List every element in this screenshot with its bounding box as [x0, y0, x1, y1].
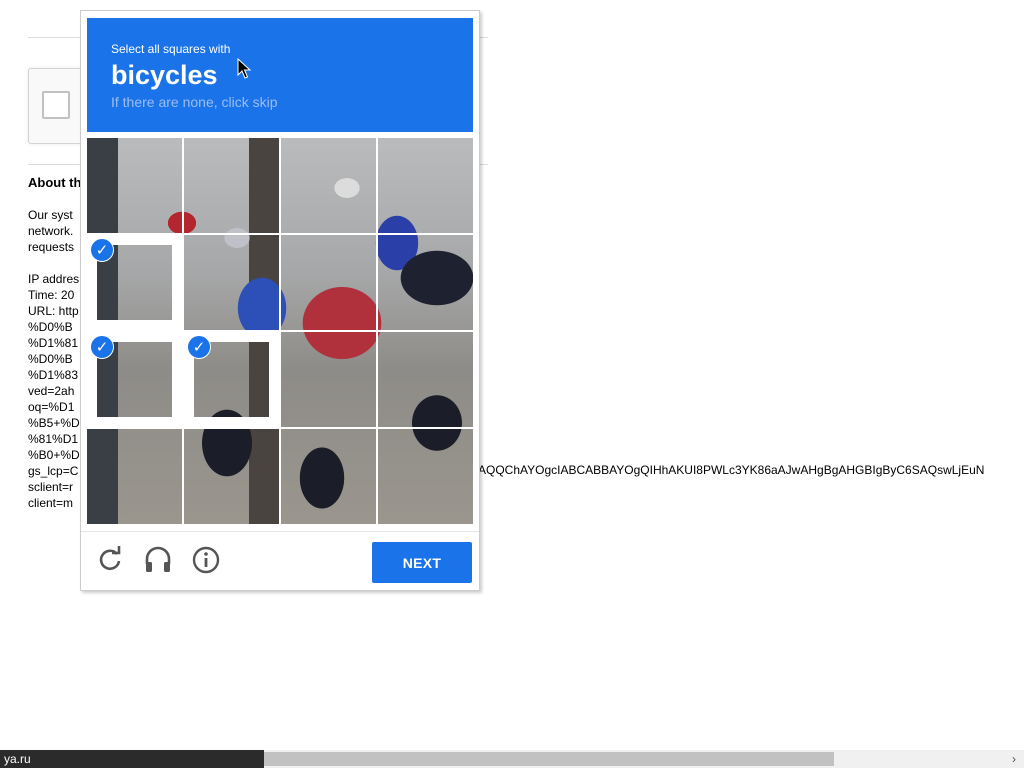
image-tile[interactable] [378, 235, 473, 330]
image-tile[interactable] [281, 332, 376, 427]
tile-photo [378, 429, 473, 524]
image-tile[interactable] [378, 138, 473, 233]
image-challenge-popup: Select all squares with bicycles If ther… [80, 10, 480, 591]
detail-line: %D1%81 [28, 336, 79, 350]
info-icon[interactable] [190, 544, 222, 576]
image-tile-grid: ✓ ✓ ✓ [87, 138, 473, 524]
detail-line: Time: 20 [28, 288, 75, 302]
tile-photo [378, 138, 473, 233]
image-tile[interactable] [281, 429, 376, 524]
paragraph-line: network. [28, 224, 74, 238]
image-tile[interactable] [378, 429, 473, 524]
image-tile[interactable] [281, 235, 376, 330]
detail-line: oq=%D1 [28, 400, 75, 414]
image-tile[interactable]: ✓ [87, 332, 182, 427]
tile-photo [281, 332, 376, 427]
checkmark-icon: ✓ [90, 335, 114, 359]
next-button[interactable]: NEXT [372, 542, 472, 583]
tile-photo [87, 138, 182, 233]
status-bar-url: ya.ru [0, 750, 264, 768]
challenge-header: Select all squares with bicycles If ther… [87, 18, 473, 132]
detail-line: %D0%B [28, 320, 73, 334]
recaptcha-checkbox[interactable] [42, 91, 70, 119]
image-tile[interactable]: ✓ [87, 235, 182, 330]
tile-photo [281, 138, 376, 233]
detail-line: %B0+%D [28, 448, 80, 462]
tile-photo [281, 235, 376, 330]
checkmark-icon: ✓ [187, 335, 211, 359]
tile-photo [184, 138, 279, 233]
detail-line: client=m [28, 496, 74, 510]
tile-photo [184, 429, 279, 524]
image-tile[interactable] [378, 332, 473, 427]
image-tile[interactable] [184, 429, 279, 524]
detail-line: sclient=r [28, 480, 74, 494]
scrollbar-thumb[interactable] [264, 752, 834, 766]
image-tile[interactable] [184, 235, 279, 330]
image-tile[interactable] [281, 138, 376, 233]
detail-line: ved=2ah [28, 384, 75, 398]
tile-photo [184, 235, 279, 330]
reload-icon[interactable] [94, 544, 126, 576]
challenge-footer: NEXT [81, 531, 479, 591]
mouse-cursor-icon [237, 58, 251, 79]
image-tile[interactable] [184, 138, 279, 233]
paragraph-line: Our syst [28, 208, 73, 222]
challenge-instruction: Select all squares with [111, 42, 231, 56]
tile-photo [378, 235, 473, 330]
tile-photo [87, 429, 182, 524]
image-tile[interactable] [87, 138, 182, 233]
url-overflow-text: AQQChAYOgcIABCABBAYOgQIHhAKUI8PWLc3YK86a… [478, 463, 985, 477]
detail-line: %D1%83 [28, 368, 79, 382]
challenge-sub-instruction: If there are none, click skip [111, 94, 278, 110]
headphones-icon[interactable] [142, 544, 174, 576]
detail-line: IP addres [28, 272, 80, 286]
detail-line: %D0%B [28, 352, 73, 366]
detail-line: URL: http [28, 304, 79, 318]
image-tile[interactable] [87, 429, 182, 524]
detail-line: %81%D1 [28, 432, 79, 446]
tile-photo [378, 332, 473, 427]
challenge-keyword: bicycles [111, 60, 218, 90]
detail-line: gs_lcp=C [28, 464, 79, 478]
checkmark-icon: ✓ [90, 238, 114, 262]
about-heading: About th [28, 175, 82, 190]
detail-line: %B5+%D [28, 416, 80, 430]
image-tile[interactable]: ✓ [184, 332, 279, 427]
paragraph-line: requests [28, 240, 75, 254]
horizontal-scrollbar[interactable]: › [264, 750, 1024, 768]
tile-photo [281, 429, 376, 524]
scroll-right-arrow-icon[interactable]: › [1008, 750, 1020, 768]
